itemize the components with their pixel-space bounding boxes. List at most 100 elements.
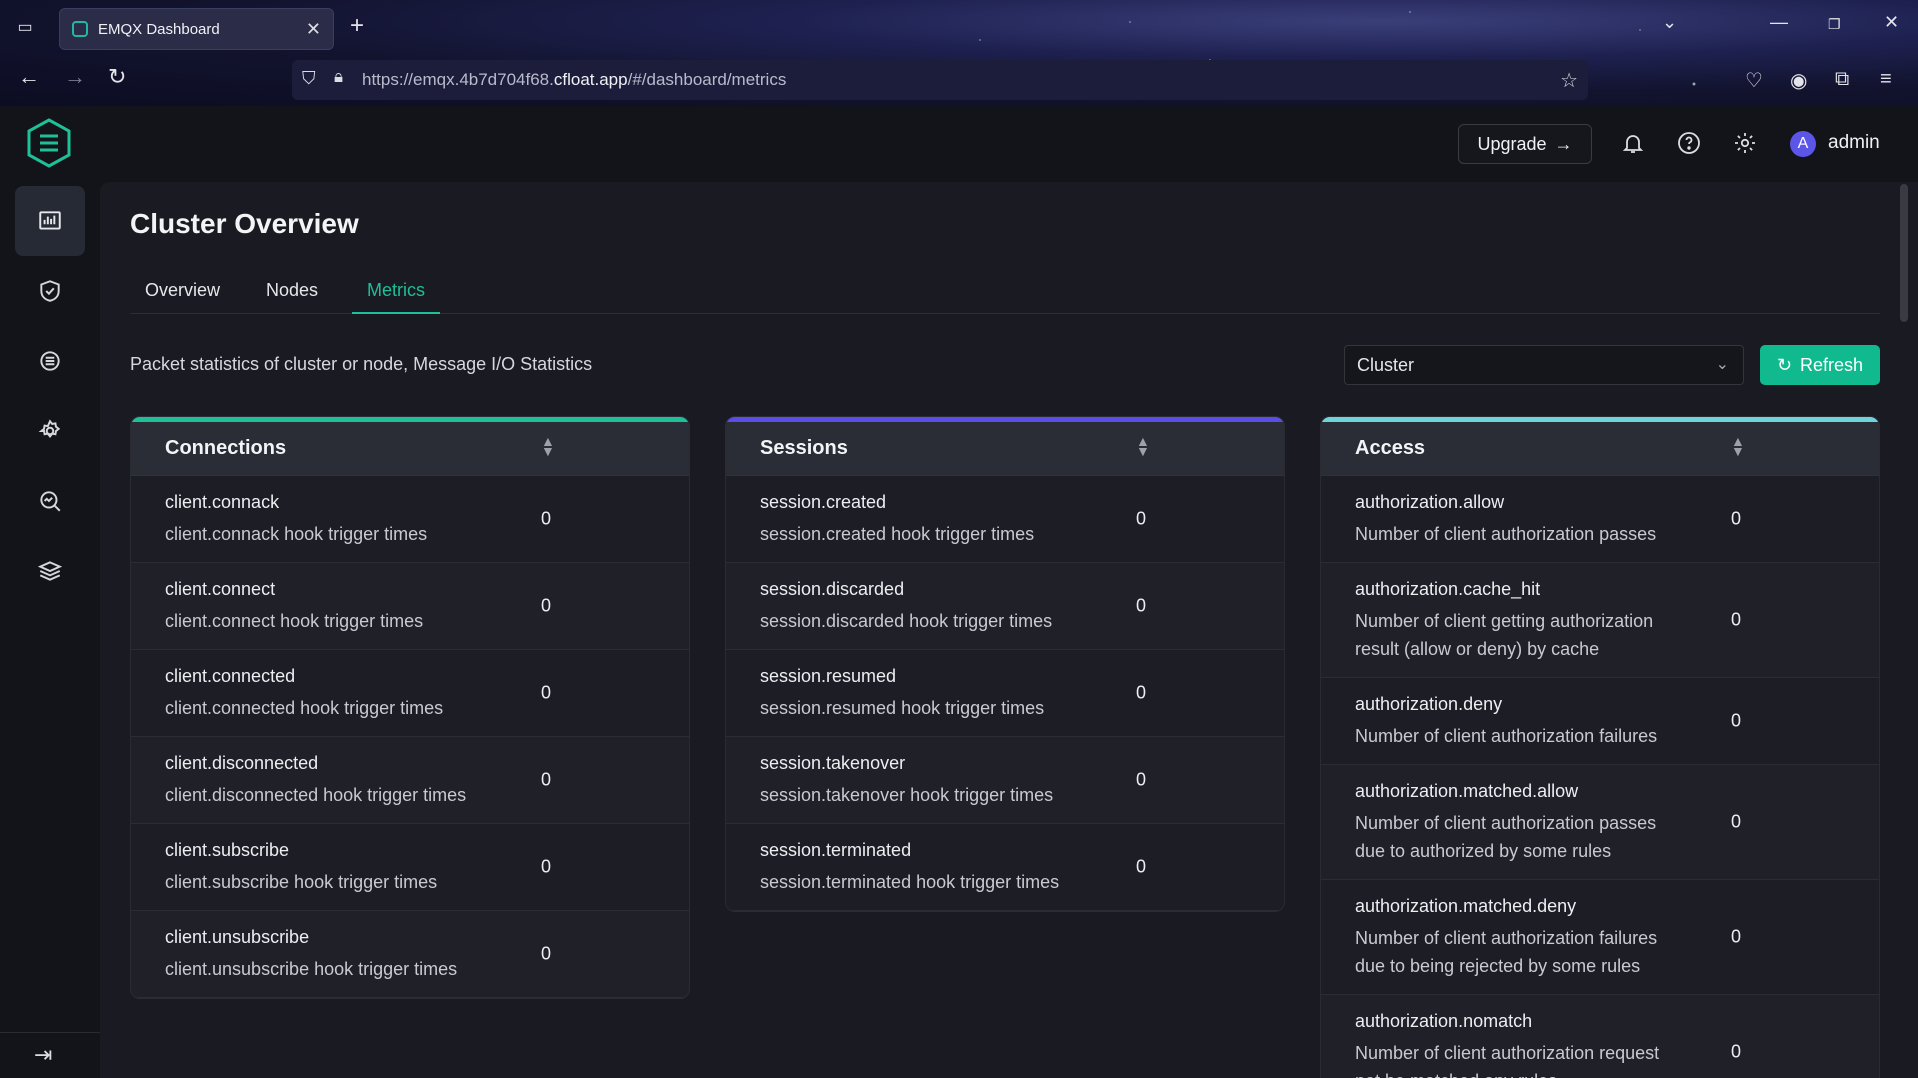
card-rows: client.connack client.connack hook trigge… (131, 476, 689, 998)
node-select[interactable]: Cluster ⌄ (1344, 345, 1744, 385)
gear-icon[interactable] (1732, 130, 1758, 156)
metric-row: authorization.cache_hit Number of client … (1321, 563, 1879, 678)
refresh-icon: ↻ (1776, 354, 1793, 375)
access-card: Access ▲ ▼ authorization.allow Number of c… (1320, 416, 1880, 1078)
forward-icon[interactable]: → (64, 64, 86, 90)
tab-overview[interactable]: Overview (130, 280, 235, 314)
metric-description: Number of client authorization failures (1355, 726, 1658, 746)
menu-icon[interactable]: ≡ (1880, 68, 1892, 91)
sort-icon[interactable]: ▲ ▼ (1136, 434, 1150, 458)
metric-row: authorization.matched.deny Number of clie… (1321, 880, 1879, 995)
sidebar-item-management[interactable] (15, 396, 85, 466)
metric-row: session.terminated session.terminated hoo… (726, 824, 1284, 911)
metric-name: client.subscribe (165, 840, 290, 860)
sort-icon[interactable]: ▲ ▼ (541, 434, 555, 458)
sidebar-item-integration[interactable] (15, 326, 85, 396)
metric-description: Number of client authorization failures … (1355, 928, 1658, 976)
sidebar-item-access-control[interactable] (15, 256, 85, 326)
tab-list-icon[interactable]: ▭ (14, 16, 36, 38)
metric-value: 0 (1136, 508, 1147, 529)
search-analytics-icon (40, 491, 61, 512)
metric-value: 0 (1136, 856, 1147, 877)
card-header: Access ▲ ▼ (1321, 422, 1879, 476)
shield-icon[interactable]: ⛉ (302, 68, 316, 89)
bell-icon[interactable] (1620, 130, 1646, 156)
chevron-down-icon[interactable]: ⌄ (1662, 12, 1677, 33)
metric-name: authorization.cache_hit (1355, 579, 1541, 599)
metric-name: session.discarded (760, 579, 905, 599)
metric-row: client.disconnected client.disconnected h… (131, 737, 689, 824)
bookmark-star-icon[interactable]: ☆ (1560, 68, 1578, 93)
metric-description: client.connected hook trigger times (165, 698, 444, 718)
metric-name: client.connected (165, 666, 296, 686)
close-window-icon[interactable]: ✕ (1884, 12, 1899, 33)
metric-row: session.resumed session.resumed hook trig… (726, 650, 1284, 737)
metric-description: session.resumed hook trigger times (760, 698, 1045, 718)
back-icon[interactable]: ← (18, 64, 40, 90)
metric-value: 0 (1136, 769, 1147, 790)
user-name[interactable]: admin (1828, 132, 1880, 154)
layers-icon (37, 561, 63, 581)
restore-icon[interactable]: ❐ (1828, 16, 1841, 33)
lock-icon[interactable]: 🔒︎ (334, 67, 343, 87)
card-rows: session.created session.created hook trig… (726, 476, 1284, 911)
tab-nodes[interactable]: Nodes (251, 280, 333, 314)
avatar[interactable]: A (1790, 131, 1816, 157)
metric-description: session.created hook trigger times (760, 524, 1035, 544)
sidebar-item-diagnose[interactable] (15, 466, 85, 536)
metric-row: session.takenover session.takenover hook … (726, 737, 1284, 824)
metric-name: session.created (760, 492, 887, 512)
metric-row: session.created session.created hook trig… (726, 476, 1284, 563)
metric-row: client.subscribe client.subscribe hook tr… (131, 824, 689, 911)
metric-value: 0 (541, 856, 552, 877)
sort-icon[interactable]: ▲ ▼ (1731, 434, 1745, 458)
metric-description: client.connack hook trigger times (165, 524, 428, 544)
metric-description: client.subscribe hook trigger times (165, 872, 438, 892)
browser-tab[interactable]: EMQX Dashboard ✕ (59, 8, 334, 50)
card-title: Access (1355, 437, 1426, 459)
metric-description: Number of client getting authorization r… (1355, 611, 1654, 659)
metric-value: 0 (1731, 1041, 1742, 1062)
metric-row: client.connected client.connected hook tr… (131, 650, 689, 737)
pocket-icon[interactable]: ♡ (1745, 68, 1763, 93)
scrollbar[interactable] (1900, 184, 1908, 322)
reload-icon[interactable]: ↻ (108, 64, 126, 90)
metric-row: authorization.matched.allow Number of cli… (1321, 765, 1879, 880)
integration-icon (40, 351, 60, 371)
settings-cog-icon (38, 419, 61, 438)
metric-description: client.unsubscribe hook trigger times (165, 959, 458, 979)
new-tab-icon[interactable]: + (350, 12, 364, 40)
account-icon[interactable]: ◉ (1790, 68, 1807, 93)
metric-row: client.connack client.connack hook trigge… (131, 476, 689, 563)
sidebar-item-system[interactable] (15, 536, 85, 606)
metric-description: session.discarded hook trigger times (760, 611, 1053, 631)
card-header: Connections ▲ ▼ (131, 422, 689, 476)
divider (0, 1032, 100, 1033)
browser-tab-title: EMQX Dashboard (98, 20, 220, 38)
sidebar-item-dashboard[interactable] (15, 186, 85, 256)
card-title: Connections (165, 437, 287, 459)
upgrade-button[interactable]: Upgrade → (1458, 124, 1592, 164)
address-bar[interactable]: ⛉ 🔒︎ https://emqx.4b7d704f68.cfloat.app/… (292, 60, 1588, 100)
collapse-sidebar-icon[interactable]: ⇥ (34, 1042, 52, 1068)
metric-row: client.unsubscribe client.unsubscribe hoo… (131, 911, 689, 998)
extensions-icon[interactable]: ⧉ (1835, 68, 1849, 91)
chevron-down-icon: ⌄ (1715, 356, 1729, 373)
metric-value: 0 (1731, 710, 1742, 731)
tab-bar: Overview Nodes Metrics (130, 276, 1880, 314)
refresh-button[interactable]: ↻ Refresh (1760, 345, 1880, 385)
metric-description: Number of client authorization passes (1355, 524, 1657, 544)
help-icon[interactable] (1676, 130, 1702, 156)
close-tab-icon[interactable]: ✕ (306, 19, 321, 40)
url-text[interactable]: https://emqx.4b7d704f68.cfloat.app/#/das… (362, 70, 786, 90)
metric-value: 0 (1731, 508, 1742, 529)
metric-row: session.discarded session.discarded hook … (726, 563, 1284, 650)
metric-name: session.takenover (760, 753, 906, 773)
emqx-logo[interactable] (26, 118, 72, 168)
metric-description: Number of client authorization request n… (1355, 1043, 1660, 1078)
emqx-favicon-icon (72, 21, 88, 37)
tab-metrics[interactable]: Metrics (352, 280, 440, 314)
metric-name: authorization.allow (1355, 492, 1505, 512)
metric-name: client.connect (165, 579, 276, 599)
minimize-icon[interactable]: — (1770, 12, 1788, 33)
